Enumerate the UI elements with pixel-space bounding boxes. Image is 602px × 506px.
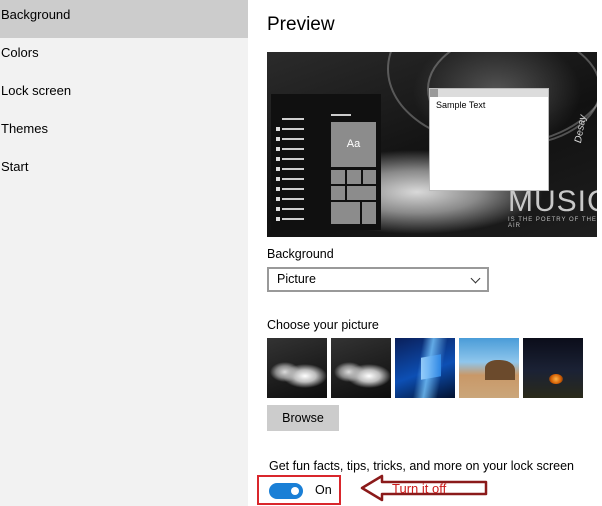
preview-window: Sample Text [429,88,549,191]
thumbnail-headphones-2[interactable] [331,338,391,398]
preview-window-titlebar [430,89,548,97]
app-list-line [276,137,304,141]
app-list-line [276,187,304,191]
app-list-line [276,167,304,171]
preview-tile [331,186,345,200]
sidebar-item-lock-screen[interactable]: Lock screen [0,76,248,114]
wallpaper-music-text: MUSIC [508,185,597,218]
background-dropdown[interactable]: Picture [267,267,489,292]
preview-tile [363,170,376,184]
thumbnail-windows-10[interactable] [395,338,455,398]
app-list-line [276,217,304,221]
app-list-line [276,207,304,211]
app-list-line [276,127,304,131]
app-list-line [276,157,304,161]
preview-tile [362,202,376,224]
preview-tile [347,186,376,200]
preview-tile [347,170,361,184]
thumbnail-headphones-1[interactable] [267,338,327,398]
lock-screen-tips-toggle[interactable] [269,483,303,499]
choose-picture-label: Choose your picture [267,318,379,332]
background-label: Background [267,247,334,261]
sidebar-item-colors[interactable]: Colors [0,38,248,76]
lock-screen-tips-label: Get fun facts, tips, tricks, and more on… [269,459,574,473]
sidebar-item-background[interactable]: Background [0,0,248,38]
preview-tile [331,202,360,224]
app-list-line [276,197,304,201]
preview-window-text: Sample Text [436,100,486,110]
preview-title: Preview [267,14,335,35]
app-list-line [276,177,304,181]
tiles-header [331,114,351,116]
desktop-preview: Aa Sample Text Desay MUSIC IS THE POETRY… [267,52,597,237]
background-dropdown-value: Picture [277,272,316,286]
toggle-highlight-box: On [257,475,341,505]
toggle-state-label: On [315,483,332,497]
preview-tile-large: Aa [331,122,376,167]
wallpaper-subtext: IS THE POETRY OF THE AIR [508,217,597,229]
sidebar-item-start[interactable]: Start [0,152,248,190]
sidebar-item-themes[interactable]: Themes [0,114,248,152]
app-list-line [276,147,304,151]
thumbnail-night-sky[interactable] [523,338,583,398]
preview-tile [331,170,345,184]
picture-thumbnails [267,338,587,398]
annotation-text: Turn it off [392,481,447,496]
settings-sidebar: Background Colors Lock screen Themes Sta… [0,0,248,506]
app-list-line [282,118,304,120]
browse-button[interactable]: Browse [267,405,339,431]
chevron-down-icon [470,273,481,284]
start-menu-preview: Aa [271,94,381,230]
main-pane: Preview Aa Sample Text Desay MUSI IS THE… [248,0,602,506]
thumbnail-beach-rocks[interactable] [459,338,519,398]
